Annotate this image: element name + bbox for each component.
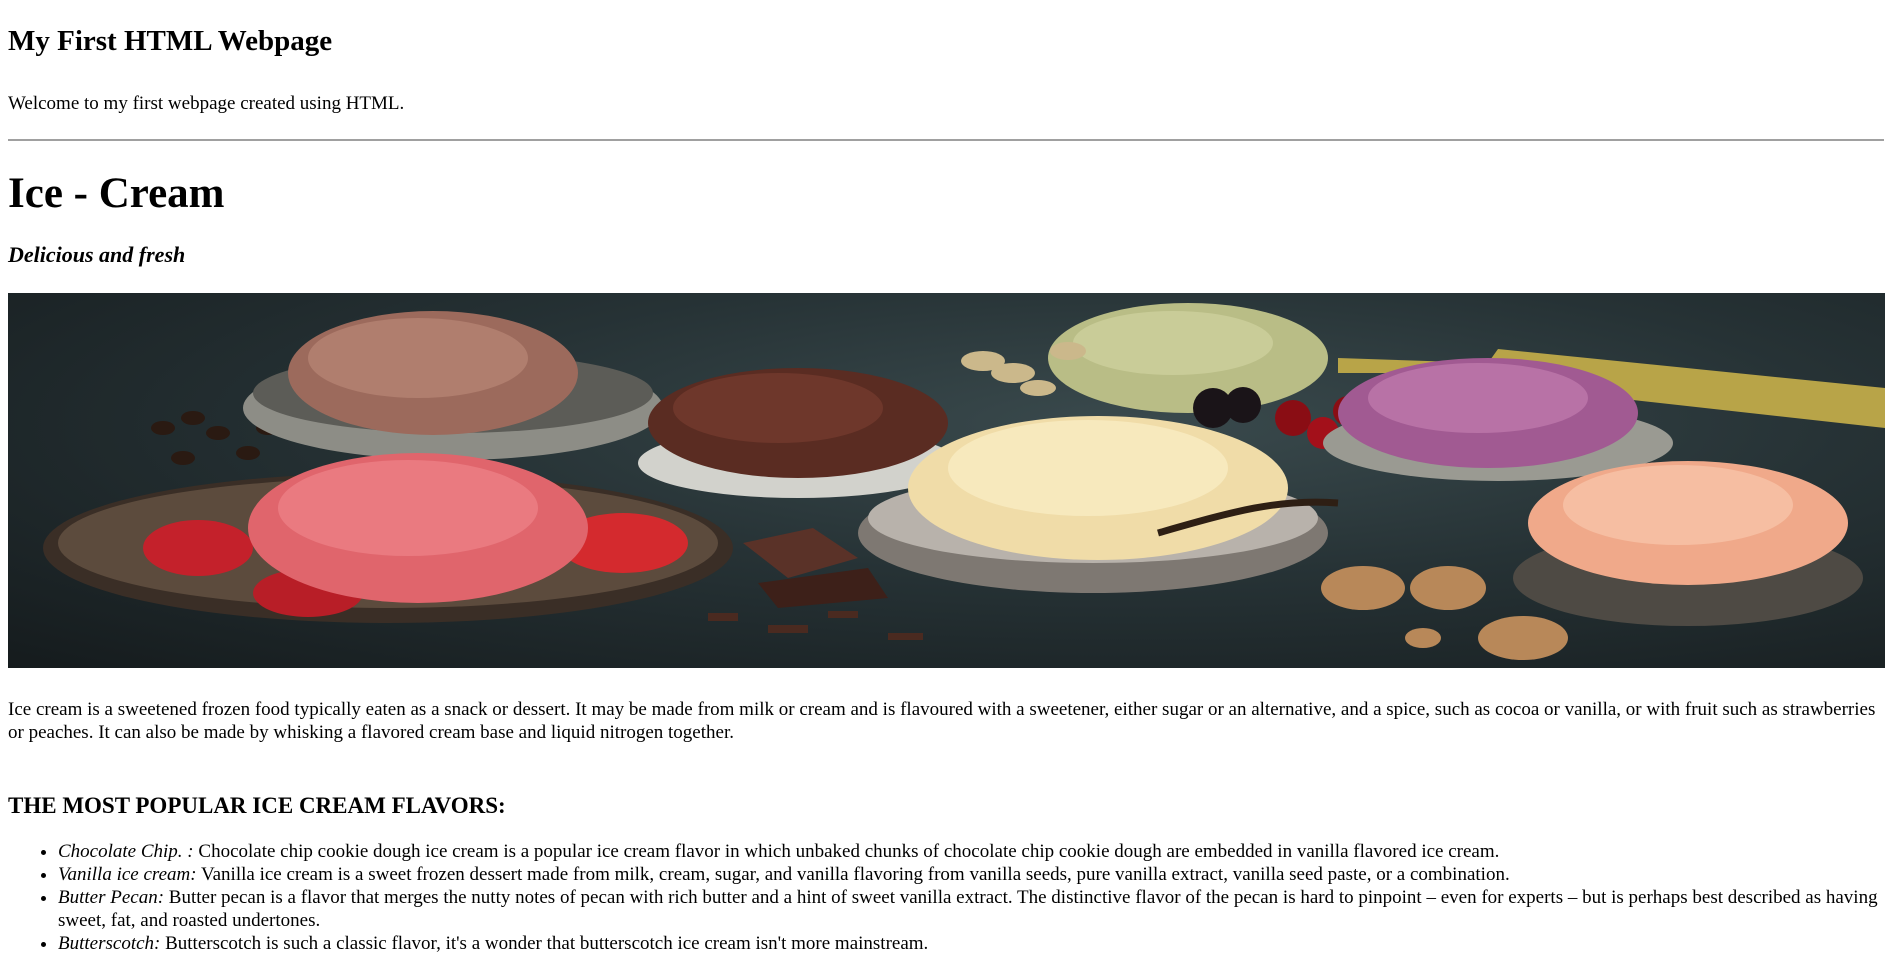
flavor-item: Butter Pecan: Butter pecan is a flavor t… [58,886,1884,932]
flavor-name: Chocolate Chip. : [58,841,194,862]
flavor-description: Butterscotch is such a classic flavor, i… [160,933,929,954]
flavor-description: Butter pecan is a flavor that merges the… [58,887,1878,931]
flavor-description: Vanilla ice cream is a sweet frozen dess… [196,864,1510,885]
welcome-text: Welcome to my first webpage created usin… [8,93,405,114]
divider [8,139,1884,141]
flavor-description: Chocolate chip cookie dough ice cream is… [193,841,1500,862]
flavor-name: Butter Pecan: [58,887,165,908]
page: My First HTML Webpage Welcome to my firs… [0,0,1892,955]
flavor-name: Vanilla ice cream: [58,864,197,885]
flavor-item: Vanilla ice cream: Vanilla ice cream is … [58,863,1884,886]
flavor-name: Butterscotch: [58,933,161,954]
flavor-item: Chocolate Chip. : Chocolate chip cookie … [58,840,1884,863]
flavors-heading: THE MOST POPULAR ICE CREAM FLAVORS: [8,793,506,818]
flavor-item: Butterscotch: Butterscotch is such a cla… [58,932,1884,955]
ice-cream-image [8,293,1885,668]
intro-paragraph: Ice cream is a sweetened frozen food typ… [8,699,1876,743]
site-title: My First HTML Webpage [8,25,333,57]
flavors-list: Chocolate Chip. : Chocolate chip cookie … [8,840,1884,955]
section-title: Ice - Cream [8,170,225,217]
ice-cream-illustration [43,303,1885,660]
tagline: Delicious and fresh [8,242,186,267]
